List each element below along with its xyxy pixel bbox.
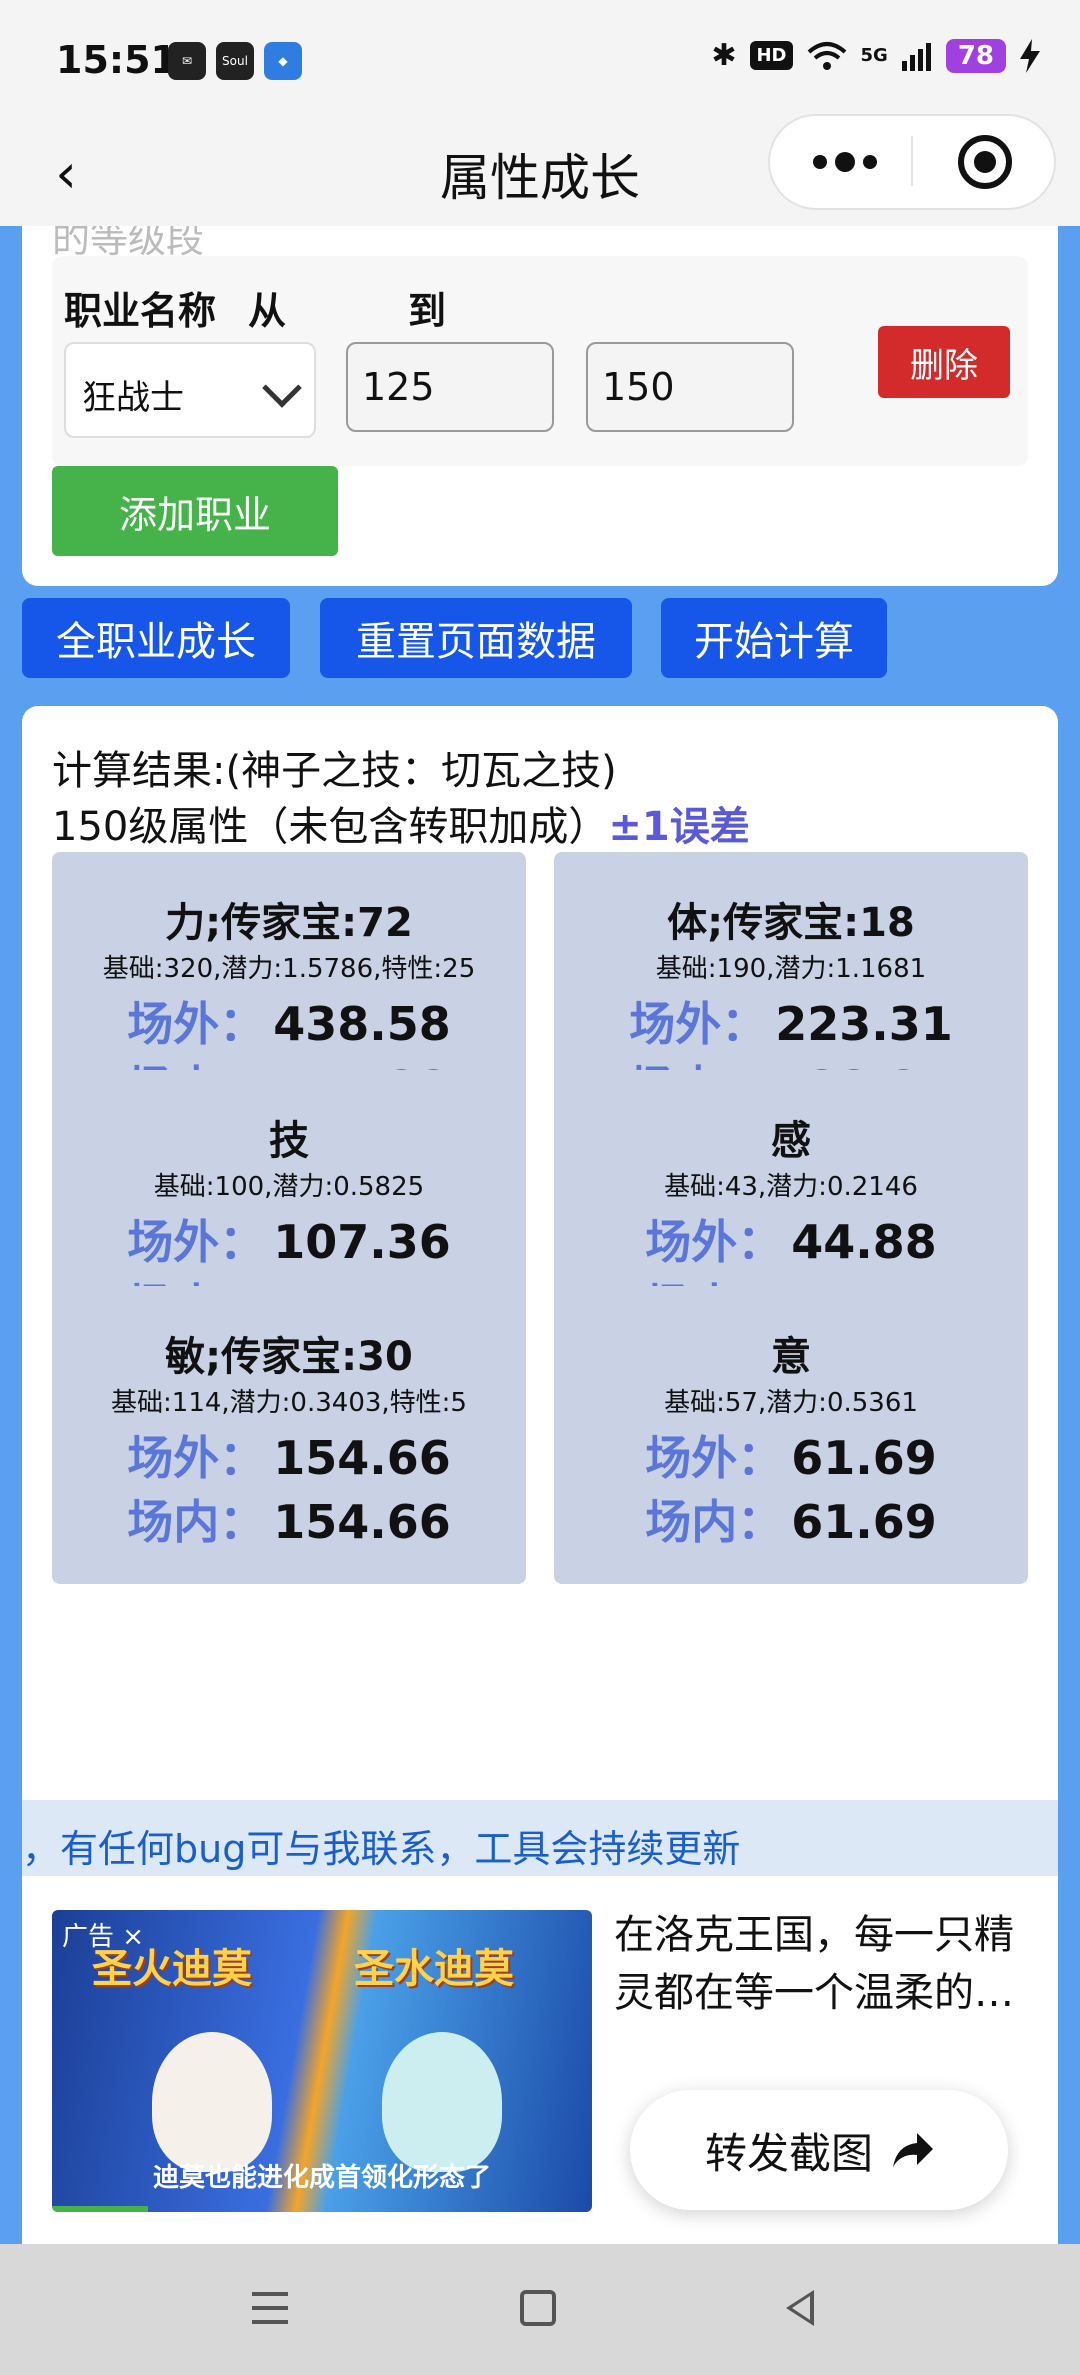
inside-value: 154.66 [273,1495,451,1549]
back-triangle-icon[interactable] [786,2290,814,2326]
start-calculation-button[interactable]: 开始计算 [661,598,887,678]
stat-outside-line: 场外： 438.58 [52,988,526,1054]
ad-tag[interactable]: 广告 × [62,1916,144,1953]
from-label: 从 [248,289,287,333]
status-bar: 15:51 ✉ Soul ◆ ✱ HD 5G 78 [0,0,1080,120]
job-settings-card: 的等级段 职业名称 从 到 狂战士 删除 添加职业 [22,226,1058,586]
from-level-input[interactable] [346,342,554,432]
bluetooth-icon: ✱ [711,38,737,73]
to-label: 到 [408,289,447,333]
inside-value: 61.69 [791,1495,937,1549]
stat-subtitle: 基础:320,潜力:1.5786,特性:25 [102,954,476,984]
close-mini-program-icon[interactable] [958,135,1012,189]
outside-value: 61.69 [791,1431,937,1485]
job-select-value: 狂战士 [82,378,184,418]
menu-icon[interactable] [252,2292,288,2324]
stat-subtitle: 基础:190,潜力:1.1681 [655,954,927,984]
wifi-icon [807,41,846,70]
result-level-line: 150级属性（未包含转职加成）±1误差 [52,794,750,852]
stat-box: 意基础:57,潜力:0.5361 场外： 61.69 场内： 61.69 [554,1286,1028,1584]
share-screenshot-button[interactable]: 转发截图 [630,2090,1008,2210]
stat-title: 感 [771,1118,811,1164]
stat-subtitle: 基础:114,潜力:0.3403,特性:5 [111,1388,467,1418]
ad-caption: 迪莫也能进化成首领化形态了 [152,2163,491,2193]
charging-icon [1020,38,1040,73]
to-level-input[interactable] [586,342,794,432]
outside-label: 场外： [127,1215,266,1269]
outside-label: 场外： [645,1431,784,1485]
outside-label: 场外： [127,1431,266,1485]
ad-image[interactable]: 圣火迪莫 圣水迪莫 广告 × 迪莫也能进化成首领化形态了 [52,1910,592,2212]
ad-text[interactable]: 在洛克王国，每一只精灵都在等一个温柔的… [614,1906,1044,2022]
outside-value: 107.36 [273,1215,451,1269]
share-label: 转发截图 [704,2128,873,2178]
inside-label: 场内： [645,1495,784,1549]
stat-subtitle: 基础:57,潜力:0.5361 [664,1388,918,1418]
battery-icon: 78 [945,38,1006,73]
stat-subtitle: 基础:100,潜力:0.5825 [153,1172,425,1202]
delete-job-button[interactable]: 删除 [878,326,1010,398]
all-jobs-growth-button[interactable]: 全职业成长 [22,598,290,678]
outside-label: 场外： [645,1215,784,1269]
stat-title: 体;传家宝:18 [667,900,915,946]
ad-progress-bar [52,2206,148,2212]
soul-icon: Soul [216,42,254,80]
system-navigation-bar [0,2244,1080,2375]
stat-title: 力;传家宝:72 [165,900,413,946]
outside-label: 场外： [629,997,768,1051]
stat-title: 技 [269,1118,309,1164]
chevron-down-icon [262,368,302,408]
capsule-divider [911,136,913,186]
notice-text: ，有任何bug可与我联系，工具会持续更新 [22,1800,1058,1876]
result-title: 计算结果:(神子之技：切瓦之技) [52,748,617,794]
outside-value: 154.66 [273,1431,451,1485]
stat-box: 敏;传家宝:30 基础:114,潜力:0.3403,特性:5 场外： 154.66 场内… [52,1286,526,1584]
stat-inside-line: 场内： 61.69 [554,1486,1028,1552]
status-time: 15:51 [56,38,177,82]
add-job-button[interactable]: 添加职业 [52,466,338,556]
job-row: 职业名称 从 到 狂战士 删除 [52,256,1028,466]
signal-5g-label: 5G [860,45,888,66]
more-icon[interactable] [800,132,890,192]
stat-outside-line: 场外： 61.69 [554,1422,1028,1488]
outside-label: 场外： [127,997,266,1051]
status-icons: ✱ HD 5G 78 [711,38,1040,73]
stat-title: 敏;传家宝:30 [165,1334,413,1380]
stat-outside-line: 场外： 223.31 [554,988,1028,1054]
stat-title: 意 [771,1334,811,1380]
error-note: ±1误差 [608,804,750,850]
ad-character-right [382,2032,502,2172]
home-icon[interactable] [520,2290,556,2326]
outside-value: 223.31 [775,997,953,1051]
job-select[interactable]: 狂战士 [64,342,316,438]
stat-outside-line: 场外： 44.88 [554,1206,1028,1272]
outside-value: 44.88 [791,1215,937,1269]
app-icon: ◆ [264,42,302,80]
reset-page-button[interactable]: 重置页面数据 [320,598,632,678]
ad-logo-right: 圣水迪莫 [354,1946,514,1992]
job-name-label: 职业名称 [64,289,217,333]
stat-outside-line: 场外： 107.36 [52,1206,526,1272]
signal-icon [901,42,931,71]
inside-label: 场内： [127,1495,266,1549]
stat-inside-line: 场内： 154.66 [52,1486,526,1552]
mail-icon: ✉ [168,42,206,80]
ad-character-left [152,2032,272,2172]
outside-value: 438.58 [273,997,451,1051]
stat-subtitle: 基础:43,潜力:0.2146 [664,1172,918,1202]
share-arrow-icon [893,2133,933,2167]
stat-outside-line: 场外： 154.66 [52,1422,526,1488]
hd-icon: HD [750,41,793,70]
result-level-text: 150级属性（未包含转职加成） [52,804,609,850]
result-card: 计算结果:(神子之技：切瓦之技) 150级属性（未包含转职加成）±1误差 力;传… [22,706,1058,1802]
